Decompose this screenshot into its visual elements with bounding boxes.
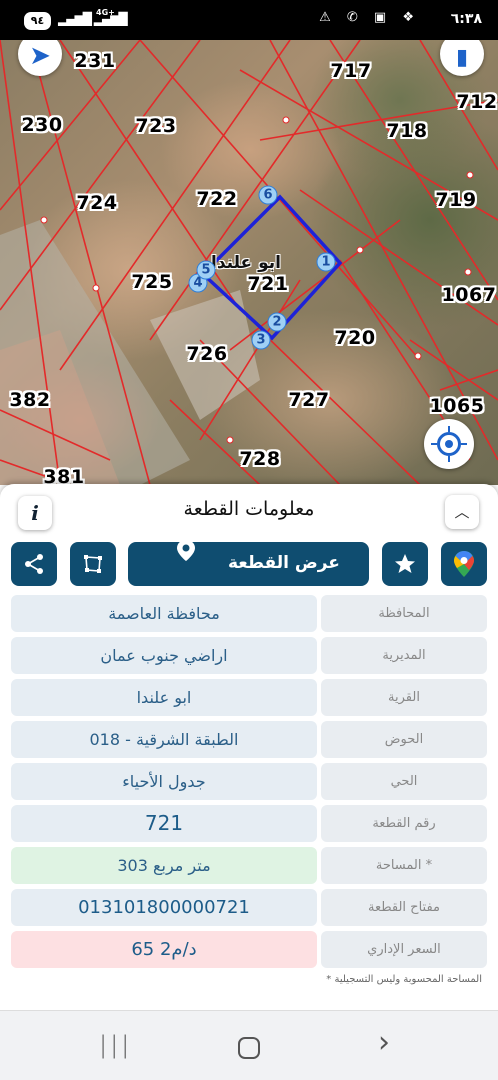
table-row: 721 رقم القطعة	[11, 805, 487, 842]
row-value: اراضي جنوب عمان	[11, 637, 317, 674]
share-icon	[25, 554, 43, 574]
row-value: الطبقة الشرقية - 018	[11, 721, 317, 758]
recent-apps-icon[interactable]: |||	[99, 1031, 132, 1059]
plot-label: 1067	[441, 284, 497, 306]
my-location-button[interactable]	[424, 419, 474, 469]
plot-label: 718	[386, 120, 428, 142]
home-icon[interactable]	[238, 1037, 260, 1059]
row-label: المساحة *	[321, 847, 487, 884]
row-label: المديرية	[321, 637, 487, 674]
chevron-up-icon[interactable]: ︿	[445, 495, 479, 529]
table-row: ابو علندا القرية	[11, 679, 487, 716]
google-maps-button[interactable]	[441, 542, 487, 586]
show-plot-label: عرض القطعة	[228, 553, 340, 573]
network-type: 4G+	[96, 8, 115, 17]
vertex-marker[interactable]: 1	[316, 252, 336, 272]
plot-label: 231	[74, 50, 116, 72]
plot-label: 382	[9, 389, 51, 411]
plot-label: 1065	[429, 395, 485, 417]
table-row: الطبقة الشرقية - 018 الحوض	[11, 721, 487, 758]
info-table: محافظة العاصمة المحافظة اراضي جنوب عمان …	[11, 595, 487, 973]
draw-shape-button[interactable]	[70, 542, 116, 586]
table-row: اراضي جنوب عمان المديرية	[11, 637, 487, 674]
signal-bars-icon: ▂▄▆█ ▂▄▆█	[58, 12, 128, 26]
share-button[interactable]	[11, 542, 57, 586]
row-label: المحافظة	[321, 595, 487, 632]
back-icon[interactable]: ›	[378, 1025, 390, 1060]
table-row: 303 متر مربع المساحة *	[11, 847, 487, 884]
row-label: السعر الإداري	[321, 931, 487, 968]
polygon-select-icon	[84, 555, 102, 573]
plot-label: 727	[288, 389, 330, 411]
row-value[interactable]: 013101800000721	[11, 889, 317, 926]
plot-label: 725	[131, 271, 173, 293]
star-icon	[395, 554, 415, 573]
village-label: ابو علندا	[211, 253, 281, 273]
plot-label: 381	[43, 466, 85, 485]
vertex-marker[interactable]: 5	[196, 260, 216, 280]
row-label: رقم القطعة	[321, 805, 487, 842]
vertex-marker[interactable]: 6	[258, 185, 278, 205]
row-label: الحي	[321, 763, 487, 800]
plot-label: 712	[456, 91, 498, 113]
system-nav-bar: ||| ›	[0, 1010, 498, 1080]
row-value: جدول الأحياء	[11, 763, 317, 800]
location-pin-icon	[177, 540, 195, 561]
area-footnote: * المساحة المحسوبة وليس التسجيلية	[326, 974, 482, 985]
plot-info-panel: i معلومات القطعة ︿ DALEEL AQAR عرض القطع…	[0, 484, 498, 1024]
clock: ٦:٣٨	[450, 11, 482, 27]
plot-label: 724	[76, 192, 118, 214]
status-bar: ٩٤ ▂▄▆█ ▂▄▆█ 4G+ ⚠ ✆ ▣ ❖ ٦:٣٨	[0, 0, 498, 40]
plot-label: 722	[196, 188, 238, 210]
row-value: محافظة العاصمة	[11, 595, 317, 632]
vertex-marker[interactable]: 2	[267, 312, 287, 332]
plot-label: 728	[239, 448, 281, 470]
notification-icons: ⚠ ✆ ▣ ❖	[319, 10, 420, 25]
plot-label: 719	[435, 189, 477, 211]
plot-label: 230	[21, 114, 63, 136]
show-plot-button[interactable]: DALEEL AQAR عرض القطعة	[128, 540, 369, 632]
favorite-button[interactable]	[382, 542, 428, 586]
row-label: القرية	[321, 679, 487, 716]
table-row: جدول الأحياء الحي	[11, 763, 487, 800]
vertex-marker[interactable]: 3	[251, 330, 271, 350]
table-row: 013101800000721 مفتاح القطعة	[11, 889, 487, 926]
row-label: مفتاح القطعة	[321, 889, 487, 926]
row-value: 65 د/م2	[11, 931, 317, 968]
plot-label: 720	[334, 327, 376, 349]
plot-label: 717	[330, 60, 372, 82]
panel-title: معلومات القطعة	[183, 498, 315, 520]
plot-label-selected: 721	[247, 273, 289, 295]
plot-label: 723	[135, 115, 177, 137]
cadastral-map[interactable]: ➤ ▮ 231 230 723 724 722 725 721 726 727 …	[0, 40, 498, 485]
row-label: الحوض	[321, 721, 487, 758]
row-value: 303 متر مربع	[11, 847, 317, 884]
table-row: محافظة العاصمة المحافظة	[11, 595, 487, 632]
battery-indicator: ٩٤	[24, 12, 51, 30]
row-value: 721	[11, 805, 317, 842]
google-maps-icon	[454, 551, 474, 577]
table-row: 65 د/م2 السعر الإداري	[11, 931, 487, 968]
row-value: ابو علندا	[11, 679, 317, 716]
plot-label: 726	[186, 343, 228, 365]
